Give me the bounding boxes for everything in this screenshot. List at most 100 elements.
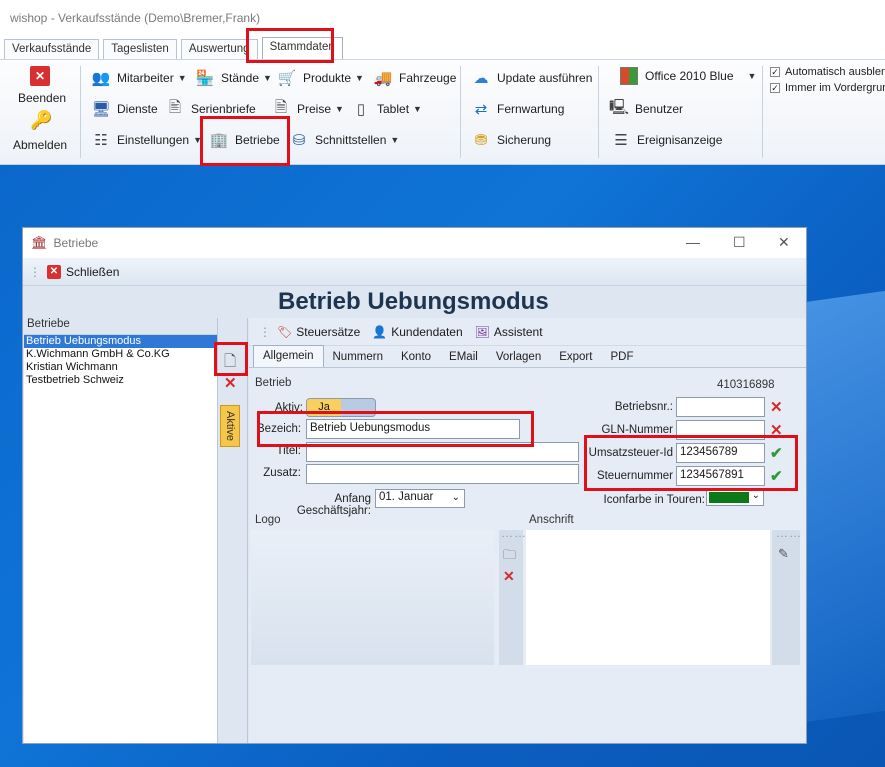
- tab-tageslisten[interactable]: Tageslisten: [103, 39, 177, 59]
- tab-nummern[interactable]: Nummern: [324, 347, 392, 367]
- abmelden-button[interactable]: Abmelden: [13, 138, 67, 152]
- event-log-icon: ☰: [614, 132, 628, 149]
- highlight-stammdaten: [246, 28, 334, 63]
- minimize-icon[interactable]: —: [686, 234, 700, 250]
- tab-email[interactable]: EMail: [440, 347, 487, 367]
- ereignisanzeige-label: Ereignisanzeige: [637, 133, 723, 147]
- customer-icon: 👤: [372, 324, 388, 339]
- anschrift-textarea[interactable]: [526, 530, 770, 665]
- betrieb-id: 410316898: [717, 379, 775, 391]
- list-header: Betriebe: [24, 318, 217, 335]
- kundendaten-button[interactable]: 👤 Kundendaten: [372, 325, 462, 339]
- logo-actions: …… 🗀 ✕: [499, 526, 526, 665]
- iconfarbe-label: Iconfarbe in Touren:: [603, 494, 705, 506]
- ribbon-separator: [460, 66, 461, 158]
- detail-toolbar: ⋮ 🏷 Steuersätze 👤 Kundendaten 🖼 Assistent: [249, 318, 806, 346]
- tablet-label: Tablet: [377, 102, 410, 116]
- chevron-down-icon: ▼: [263, 73, 272, 83]
- maximize-icon[interactable]: ☐: [733, 234, 746, 251]
- betriebsnr-field[interactable]: [676, 397, 765, 417]
- auto-hide-checkbox[interactable]: ✓ Automatisch ausblend: [770, 66, 885, 78]
- checkbox-checked-icon: ✓: [770, 83, 780, 93]
- ribbon-separator: [80, 66, 81, 158]
- logo-label: Logo: [255, 514, 281, 526]
- close-dialog-button[interactable]: ✕ Schließen: [47, 264, 119, 279]
- anschrift-actions: …… ✎: [772, 526, 801, 665]
- tablet-icon: ▯: [356, 101, 366, 118]
- truck-icon: 🚚: [373, 70, 393, 87]
- wizard-icon: 🖼: [474, 324, 490, 339]
- tab-konto[interactable]: Konto: [392, 347, 440, 367]
- logo-area: [251, 530, 494, 665]
- betriebe-list-pane: Betriebe Betrieb Uebungsmodus K.Wichmann…: [24, 318, 218, 743]
- kundendaten-label: Kundendaten: [391, 324, 463, 339]
- open-folder-icon[interactable]: 🗀: [503, 546, 516, 568]
- ribbon: ✕ Beenden 🔑 Abmelden 👥 Mitarbeiter ▼ 🖥 Di…: [0, 60, 885, 165]
- ereignisanzeige-button[interactable]: ☰ Ereignisanzeige: [610, 129, 722, 151]
- aktive-filter-tab[interactable]: Aktive: [220, 405, 240, 447]
- plug-icon: ⛁: [292, 132, 306, 149]
- dienste-label: Dienste: [117, 102, 158, 116]
- sicherung-label: Sicherung: [497, 133, 552, 147]
- preise-label: Preise: [297, 102, 332, 116]
- delete-icon[interactable]: ✕: [224, 374, 237, 392]
- edit-document-icon[interactable]: ✎: [778, 546, 789, 562]
- highlight-betriebe: [200, 116, 290, 166]
- staende-button[interactable]: 🏪 Stände ▼: [194, 67, 272, 89]
- window-title: wishop - Verkaufsstände (Demo\Bremer,Fra…: [10, 11, 261, 25]
- people-icon: 👥: [91, 70, 111, 87]
- tab-export[interactable]: Export: [550, 347, 601, 367]
- mitarbeiter-button[interactable]: 👥 Mitarbeiter ▼: [90, 67, 187, 89]
- invalid-x-icon: ✕: [770, 399, 783, 416]
- zusatz-field[interactable]: [306, 464, 579, 484]
- grip-icon: ……: [501, 526, 527, 540]
- tab-verkaufsstaende[interactable]: Verkaufsstände: [4, 39, 100, 59]
- benutzer-button[interactable]: 🖳 Benutzer: [608, 98, 683, 120]
- fahrzeuge-label: Fahrzeuge: [399, 71, 457, 85]
- list-item[interactable]: Betrieb Uebungsmodus: [24, 335, 217, 348]
- always-front-label: Immer im Vordergrund: [785, 82, 885, 94]
- list-item[interactable]: K.Wichmann GmbH & Co.KG: [24, 348, 217, 361]
- assistent-button[interactable]: 🖼 Assistent: [475, 325, 543, 339]
- tab-allgemein[interactable]: Allgemein: [253, 345, 324, 367]
- anfang-geschaeftsjahr-select[interactable]: 01. Januar ⌄: [375, 489, 465, 508]
- update-button[interactable]: ☁ Update ausführen: [470, 67, 593, 89]
- chevron-down-icon: ▼: [335, 104, 344, 114]
- market-stall-icon: 🏪: [195, 70, 215, 87]
- benutzer-label: Benutzer: [635, 102, 684, 116]
- close-red-icon: ✕: [47, 264, 61, 279]
- beenden-button[interactable]: ✕: [30, 66, 50, 86]
- theme-label: Office 2010 Blue: [645, 69, 734, 83]
- dienste-button[interactable]: 🖥 Dienste: [90, 98, 158, 120]
- tab-pdf[interactable]: PDF: [601, 347, 642, 367]
- ribbon-separator: [598, 66, 599, 158]
- theme-selector[interactable]: Office 2010 Blue ▼: [618, 65, 756, 87]
- steuersaetze-button[interactable]: 🏷 Steuersätze: [277, 325, 360, 339]
- schnittstellen-button[interactable]: ⛁ Schnittstellen ▼: [288, 129, 400, 151]
- beenden-label[interactable]: Beenden: [18, 91, 66, 105]
- highlight-bezeich: [257, 411, 534, 447]
- main-window: wishop - Verkaufsstände (Demo\Bremer,Fra…: [0, 0, 885, 165]
- tab-vorlagen[interactable]: Vorlagen: [487, 347, 550, 367]
- iconfarbe-picker[interactable]: ⌄: [706, 489, 764, 506]
- grip-icon: ⋮: [259, 324, 271, 339]
- sicherung-button[interactable]: ⛃ Sicherung: [470, 129, 551, 151]
- section-label: Betrieb: [255, 377, 292, 389]
- einstellungen-label: Einstellungen: [117, 133, 190, 147]
- produkte-button[interactable]: 🛒 Produkte ▼: [276, 67, 364, 89]
- list-item[interactable]: Testbetrieb Schweiz: [24, 374, 217, 387]
- delete-icon[interactable]: ✕: [503, 568, 515, 585]
- fernwartung-button[interactable]: ⇄ Fernwartung: [470, 98, 565, 120]
- serienbriefe-label: Serienbriefe: [191, 102, 256, 116]
- settings-list-icon: ☷: [94, 132, 108, 149]
- schnittstellen-label: Schnittstellen: [315, 133, 387, 147]
- remote-support-icon: ⇄: [474, 101, 488, 118]
- fahrzeuge-button[interactable]: 🚚 Fahrzeuge: [372, 67, 457, 89]
- tax-tag-icon: 🏷: [277, 324, 293, 339]
- always-front-checkbox[interactable]: ✓ Immer im Vordergrund: [770, 82, 885, 94]
- list-action-strip: 🗋 ✕: [218, 318, 248, 743]
- close-icon[interactable]: ✕: [778, 234, 790, 251]
- tablet-button[interactable]: ▯ Tablet ▼: [350, 98, 422, 120]
- einstellungen-button[interactable]: ☷ Einstellungen ▼: [90, 129, 202, 151]
- list-item[interactable]: Kristian Wichmann: [24, 361, 217, 374]
